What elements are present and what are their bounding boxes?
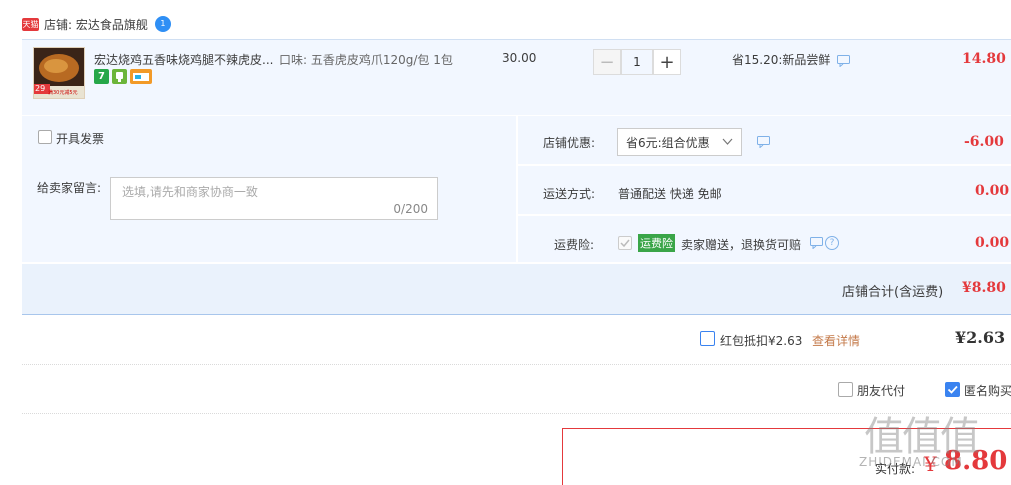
discount-detail-icon[interactable] bbox=[837, 55, 850, 70]
insurance-desc: 卖家赠送，退换货可赔 bbox=[681, 238, 802, 252]
insurance-label: 运费险: bbox=[554, 238, 595, 252]
row-separator bbox=[22, 413, 1011, 414]
credit-card-icon bbox=[130, 69, 152, 84]
row-separator bbox=[22, 364, 1011, 365]
quantity-stepper: − 1 + bbox=[593, 49, 681, 75]
insurance-amount: 0.00 bbox=[975, 235, 1010, 251]
shop-total-label: 店铺合计(含运费) bbox=[842, 285, 944, 300]
redpacket-amount: ¥2.63 bbox=[955, 328, 1006, 347]
anonymous-checkbox[interactable] bbox=[945, 382, 960, 397]
shop-discount-amount: -6.00 bbox=[964, 134, 1004, 150]
shop-discount-select[interactable]: 省6元:组合优惠 bbox=[617, 128, 742, 156]
friend-pay-checkbox[interactable] bbox=[838, 382, 853, 397]
product-sku: 口味: 五香虎皮鸡爪120g/包 1包 bbox=[279, 53, 453, 67]
shop-header: 天猫 店铺: 宏达食品旗舰 1 bbox=[22, 14, 171, 34]
shipping-amount: 0.00 bbox=[975, 183, 1010, 199]
product-thumbnail[interactable]: 29 满30元减5元 bbox=[33, 47, 85, 99]
anonymous-label: 匿名购买 bbox=[964, 384, 1011, 398]
friend-pay-label: 朋友代付 bbox=[857, 384, 906, 398]
shop-discount-label: 店铺优惠: bbox=[543, 136, 596, 150]
service-badges: 7 bbox=[94, 69, 152, 84]
message-char-counter: 0/200 bbox=[393, 202, 428, 216]
increase-quantity-button[interactable]: + bbox=[653, 49, 681, 75]
tmall-badge: 天猫 bbox=[22, 17, 39, 31]
shop-discount-selected: 省6元:组合优惠 bbox=[626, 135, 710, 150]
fee-divider bbox=[518, 214, 1011, 216]
insurance-tag: 运费险 bbox=[638, 234, 675, 252]
shop-total-amount: ¥8.80 bbox=[962, 280, 1006, 296]
item-discount-note: 省15.20:新品尝鲜 bbox=[732, 53, 831, 67]
redpacket-detail-link[interactable]: 查看详情 bbox=[812, 332, 860, 349]
insurance-chat-icon[interactable] bbox=[810, 237, 823, 252]
watermark-url: ZHIDEMAI.COM bbox=[859, 455, 963, 469]
message-label: 给卖家留言: bbox=[37, 181, 102, 195]
thumb-price-tag: 29 bbox=[35, 84, 46, 93]
seven-day-return-icon: 7 bbox=[94, 69, 109, 84]
redpacket-checkbox[interactable] bbox=[700, 331, 715, 346]
insurance-checkbox bbox=[618, 236, 632, 250]
message-textarea[interactable]: 选填,请先和商家协商一致 0/200 bbox=[110, 177, 438, 220]
shop-name[interactable]: 店铺: 宏达食品旗舰 bbox=[44, 16, 148, 33]
invoice-label: 开具发票 bbox=[56, 132, 105, 146]
invoice-checkbox[interactable] bbox=[38, 130, 52, 144]
help-icon[interactable]: ? bbox=[825, 236, 839, 250]
quantity-input[interactable]: 1 bbox=[621, 49, 653, 75]
thumb-promo-text: 满30元减5元 bbox=[48, 90, 78, 96]
shipping-method: 普通配送 快递 免邮 bbox=[618, 187, 722, 201]
product-title[interactable]: 宏达烧鸡五香味烧鸡腿不辣虎皮... bbox=[94, 51, 273, 68]
decrease-quantity-button[interactable]: − bbox=[593, 49, 621, 75]
chat-icon[interactable]: 1 bbox=[154, 16, 171, 32]
message-placeholder: 选填,请先和商家协商一致 bbox=[122, 185, 258, 199]
site-watermark: 值值值 bbox=[864, 414, 980, 460]
unit-price: 30.00 bbox=[502, 51, 537, 65]
discount-info-icon[interactable] bbox=[757, 136, 770, 151]
item-subtotal: 14.80 bbox=[962, 51, 1006, 67]
fee-divider bbox=[518, 164, 1011, 166]
redpacket-label: 红包抵扣¥2.63 bbox=[720, 334, 803, 348]
guarantee-icon bbox=[112, 69, 127, 84]
shipping-label: 运送方式: bbox=[543, 187, 596, 201]
chevron-down-icon bbox=[722, 138, 733, 145]
